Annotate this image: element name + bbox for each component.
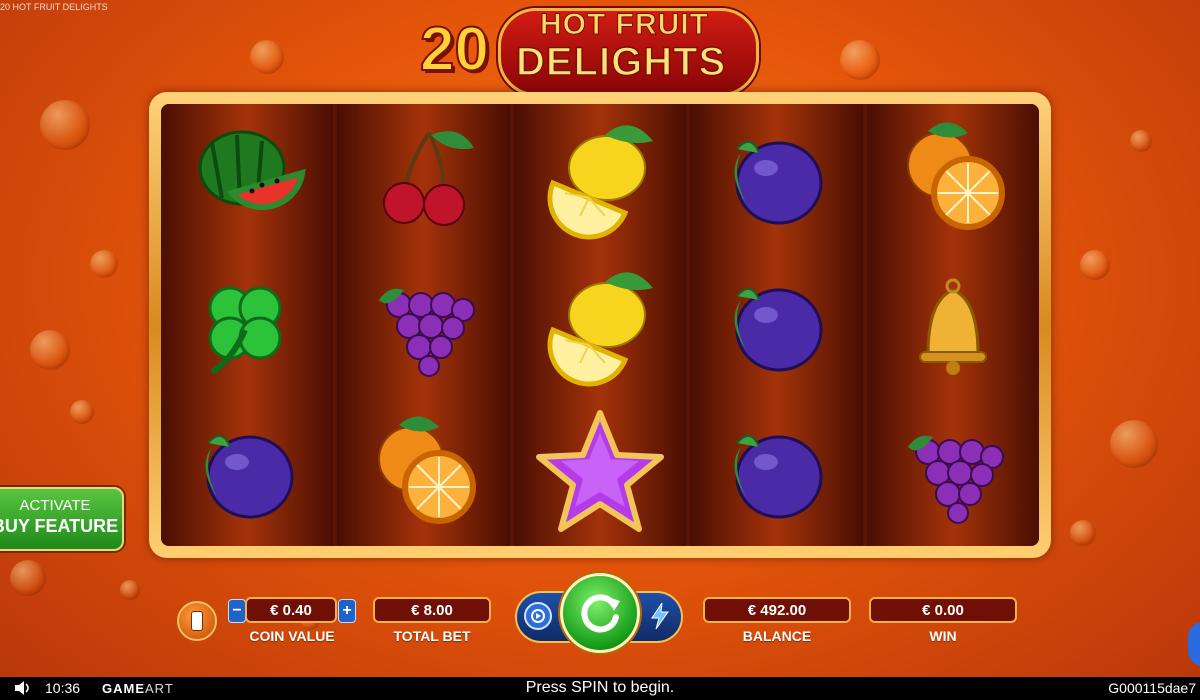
bubble [40,100,90,150]
bubble [1080,250,1110,280]
reel-cell [337,104,509,251]
star-icon [536,410,665,533]
balance-field: € 492.00 [703,597,851,623]
reels-grid [161,104,1039,546]
lightning-icon [651,603,669,629]
coin-decrease-button[interactable]: − [228,599,246,623]
balance-label: BALANCE [742,628,812,644]
status-bar: 10:36 GAMEART Press SPIN to begin. G0001… [0,677,1200,700]
spin-arrows-icon [581,594,620,633]
plum-icon [734,140,823,225]
buy-feature-line1: ACTIVATE [19,497,91,514]
bubble [120,580,140,600]
reel-cell [867,104,1039,251]
reel-5 [866,104,1039,546]
game-id: G000115dae7 [1108,680,1196,696]
bubble [1110,420,1158,468]
bubble [70,400,94,424]
reel-cell [161,104,333,251]
win-label: WIN [929,628,957,644]
buy-feature-line2: BUY FEATURE [0,516,119,536]
reel-1 [161,104,334,546]
info-icon [191,611,203,631]
bubble [90,250,118,278]
logo-number: 20 [419,14,490,85]
logo-line1: HOT FRUIT [540,8,709,42]
status-message: Press SPIN to begin. [525,679,675,696]
reel-frame [149,92,1051,558]
coin-increase-button[interactable]: + [338,599,356,623]
reel-2 [337,104,510,546]
clover-icon [208,286,282,375]
reel-4 [690,104,863,546]
info-button[interactable] [177,601,217,641]
reel-cell [514,104,686,251]
plum-icon [734,287,823,372]
reel-cell [690,104,862,251]
reel-cell [514,251,686,398]
cherries-icon [382,130,474,226]
plum-icon [205,435,294,519]
game-logo: 20 HOT FRUIT DELIGHTS [419,2,760,96]
bubble [10,560,46,596]
reel-cell [514,399,686,546]
bubble [840,40,880,80]
watermelon-icon [198,130,306,210]
bell-icon [918,278,987,375]
orange-icon [906,122,1005,230]
coin-value-label: COIN VALUE [249,628,335,644]
total-bet-field: € 8.00 [373,597,491,623]
bubble [250,40,284,74]
bubble [30,330,70,370]
reel-cell [690,251,862,398]
reel-cell [690,399,862,546]
reel-cell [161,399,333,546]
reel-cell [337,399,509,546]
reel-cell [161,251,333,398]
spin-button[interactable] [560,573,640,653]
lemon-icon [547,272,654,387]
total-bet-label: TOTAL BET [393,628,471,644]
reel-cell [867,251,1039,398]
reel-cell [337,251,509,398]
buy-feature-button[interactable]: ACTIVATE BUY FEATURE [0,487,124,551]
window-title: 20 HOT FRUIT DELIGHTS [0,2,108,12]
logo-line2: DELIGHTS [515,39,727,85]
plum-icon [734,435,823,519]
grapes-icon [378,288,475,377]
turbo-button[interactable] [646,602,674,630]
bubble [1070,520,1096,546]
grapes-icon [907,436,1004,525]
bubble [1130,130,1152,152]
lemon-icon [547,124,654,240]
autoplay-button[interactable] [524,602,552,630]
coin-value-field: € 0.40 [245,597,337,623]
orange-icon [377,416,476,525]
reel-cell [867,399,1039,546]
side-menu-button[interactable] [1188,622,1200,666]
reel-3 [513,104,687,546]
autoplay-icon [531,609,545,623]
win-field: € 0.00 [869,597,1017,623]
